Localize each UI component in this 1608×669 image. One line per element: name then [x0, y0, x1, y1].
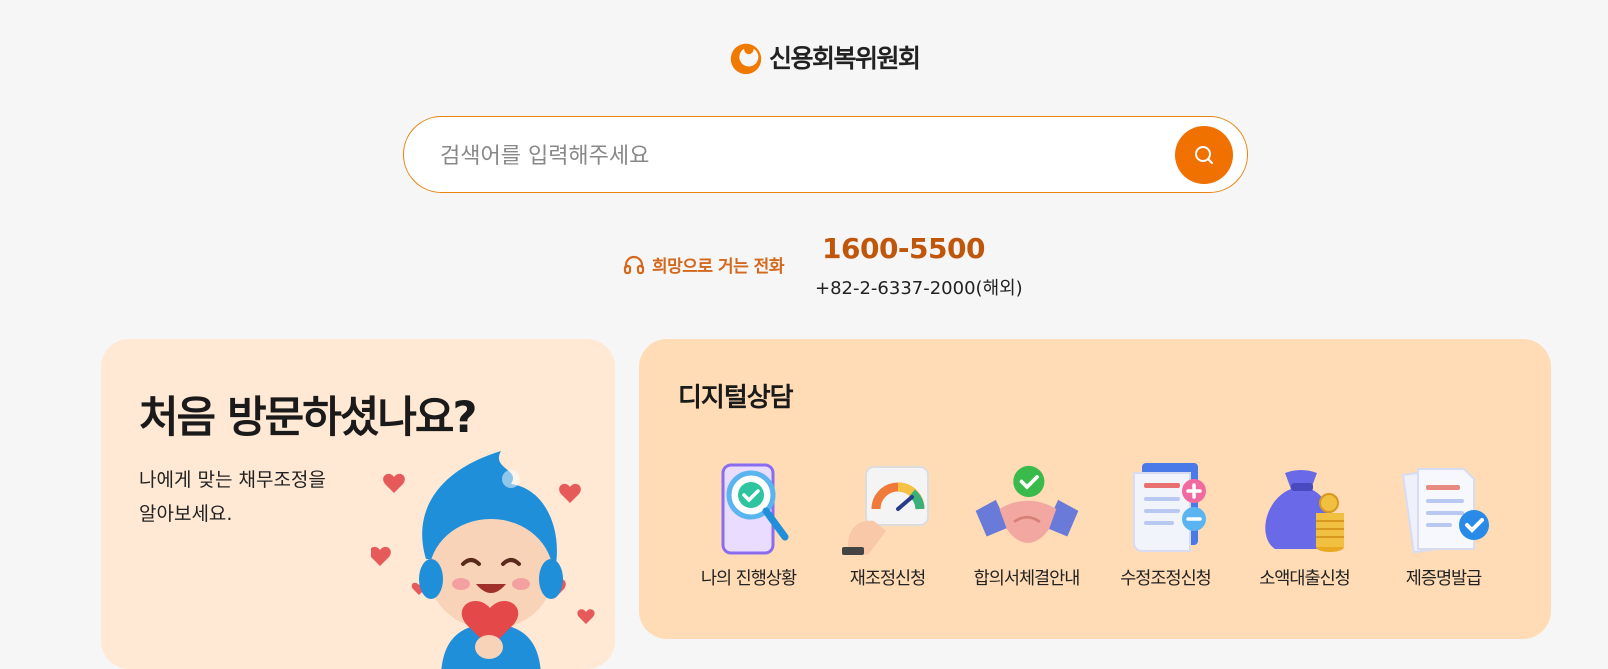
digital-consultation-card: 디지털상담 나의 진행상황 재조정신청 합의서체결안내 수정조정신청 소액대출신…	[639, 339, 1551, 639]
document-plus-minus-icon	[1132, 463, 1206, 552]
first-visit-subtitle: 나에게 맞는 채무조정을 알아보세요.	[139, 463, 369, 531]
magnifier-check-icon	[721, 463, 788, 555]
service-label: 나의 진행상황	[700, 569, 797, 589]
search-input[interactable]	[438, 135, 1142, 177]
logo-emblem-icon	[730, 43, 762, 75]
search-icon	[1195, 146, 1213, 164]
search-bar	[403, 116, 1248, 193]
mascot-illustration	[371, 451, 595, 669]
service-label: 합의서체결안내	[973, 569, 1081, 589]
service-agreement-guide[interactable]: 합의서체결안내	[957, 459, 1096, 590]
logo-text: 신용회복위원회	[769, 44, 921, 73]
hotline-label-text: 희망으로 거는 전화	[652, 257, 784, 277]
service-label: 재조정신청	[849, 569, 926, 589]
hotline-number[interactable]: 1600-5500	[822, 232, 985, 265]
service-label: 수정조정신청	[1120, 569, 1212, 589]
hotline-label: 희망으로 거는 전화	[622, 252, 784, 277]
service-microloan-application[interactable]: 소액대출신청	[1235, 459, 1374, 590]
money-bag-coins-icon	[1264, 470, 1344, 552]
first-visit-subtitle-line2: 알아보세요.	[139, 503, 233, 525]
first-visit-card[interactable]: 처음 방문하셨나요? 나에게 맞는 채무조정을 알아보세요.	[101, 339, 615, 669]
search-button[interactable]	[1175, 126, 1233, 184]
first-visit-title: 처음 방문하셨나요?	[139, 393, 477, 443]
digital-consultation-title: 디지털상담	[678, 383, 794, 413]
digital-services-list: 나의 진행상황 재조정신청 합의서체결안내 수정조정신청 소액대출신청 제증명발…	[679, 459, 1513, 590]
site-logo[interactable]: 신용회복위원회	[727, 38, 921, 76]
headset-icon	[623, 255, 645, 274]
handshake-icon	[975, 465, 1078, 543]
first-visit-subtitle-line1: 나에게 맞는 채무조정을	[139, 469, 326, 491]
service-modification-application[interactable]: 수정조정신청	[1096, 459, 1235, 590]
gauge-puzzle-icon	[841, 466, 929, 555]
document-check-icon	[1401, 467, 1489, 554]
service-label: 소액대출신청	[1259, 569, 1351, 589]
service-readjustment-application[interactable]: 재조정신청	[818, 459, 957, 590]
service-label: 제증명발급	[1405, 569, 1482, 589]
service-certificate-issuance[interactable]: 제증명발급	[1374, 459, 1513, 590]
hotline-overseas-number[interactable]: +82-2-6337-2000(해외)	[815, 274, 1023, 300]
service-my-progress[interactable]: 나의 진행상황	[679, 459, 818, 590]
